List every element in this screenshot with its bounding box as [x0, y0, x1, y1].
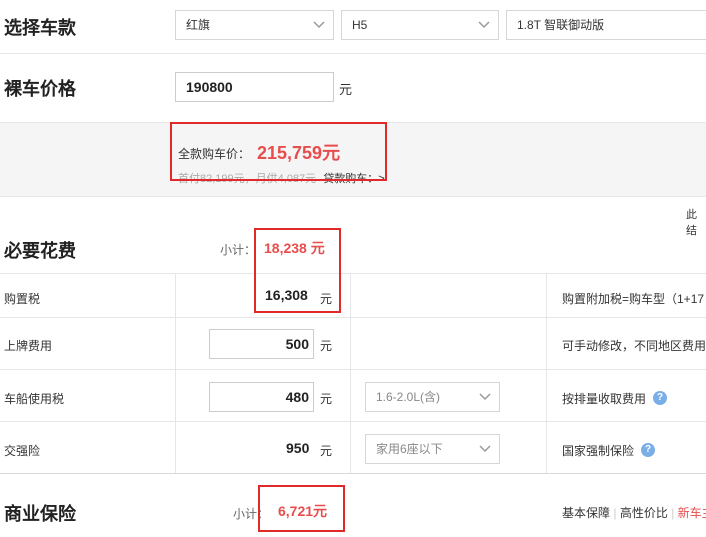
seat-select[interactable]: 家用6座以下	[365, 434, 500, 464]
full-price-highlight	[170, 122, 387, 181]
divider	[0, 273, 706, 274]
plan-link-new-owner[interactable]: 新车主	[678, 506, 706, 520]
plate-fee-note: 可手动修改，不同地区费用	[562, 339, 706, 353]
chevron-down-icon	[478, 21, 490, 29]
help-icon[interactable]: ?	[641, 443, 655, 457]
chevron-down-icon	[479, 445, 491, 453]
displacement-select[interactable]: 1.6-2.0L(含)	[365, 382, 500, 412]
note-right: 此结	[686, 209, 697, 237]
compulsory-ins-unit: 元	[320, 444, 333, 458]
divider	[0, 53, 706, 54]
chevron-down-icon	[479, 393, 491, 401]
plate-fee-input[interactable]: 500	[209, 329, 314, 359]
bare-price-input[interactable]: 190800	[175, 72, 334, 102]
chevron-down-icon	[313, 21, 325, 29]
required-highlight	[254, 228, 341, 313]
version-select[interactable]: 1.8T 智联御动版	[506, 10, 706, 40]
table-col-divider	[175, 273, 176, 473]
seat-select-value: 家用6座以下	[376, 442, 443, 456]
plate-fee-unit: 元	[320, 339, 333, 353]
vehicle-tax-unit: 元	[320, 392, 333, 406]
brand-select-value: 红旗	[186, 18, 211, 32]
vehicle-tax-input[interactable]: 480	[209, 382, 314, 412]
version-select-value: 1.8T 智联御动版	[517, 18, 605, 32]
required-title: 必要花费	[4, 241, 76, 261]
compulsory-ins-label: 交强险	[4, 444, 41, 458]
brand-select[interactable]: 红旗	[175, 10, 334, 40]
divider	[0, 369, 706, 370]
divider	[0, 421, 706, 422]
divider	[0, 473, 706, 474]
plan-link-value[interactable]: 高性价比	[620, 506, 668, 520]
vehicle-tax-label: 车船使用税	[4, 392, 65, 406]
model-select-value: H5	[352, 18, 368, 32]
table-col-divider	[546, 273, 547, 473]
bare-price-unit: 元	[339, 82, 353, 97]
divider	[0, 317, 706, 318]
model-select[interactable]: H5	[341, 10, 499, 40]
compulsory-ins-value: 950	[286, 440, 310, 456]
required-subtotal-label: 小计：	[220, 243, 257, 257]
displacement-select-value: 1.6-2.0L(含)	[376, 390, 441, 404]
table-col-divider	[350, 273, 351, 473]
plan-links: 基本保障 | 高性价比 | 新车主	[562, 504, 706, 521]
commercial-title: 商业保险	[4, 504, 76, 524]
purchase-tax-note: 购置附加税=购车型（1+17	[562, 292, 705, 306]
select-car-title: 选择车款	[4, 18, 76, 38]
plate-fee-label: 上牌费用	[4, 339, 53, 353]
help-icon[interactable]: ?	[653, 391, 667, 405]
vehicle-tax-note: 按排量收取费用	[562, 392, 647, 406]
bare-price-title: 裸车价格	[4, 79, 76, 99]
compulsory-ins-note: 国家强制保险	[562, 444, 635, 458]
purchase-tax-label: 购置税	[4, 292, 41, 306]
commercial-highlight	[258, 485, 345, 532]
plan-link-basic[interactable]: 基本保障	[562, 506, 610, 520]
